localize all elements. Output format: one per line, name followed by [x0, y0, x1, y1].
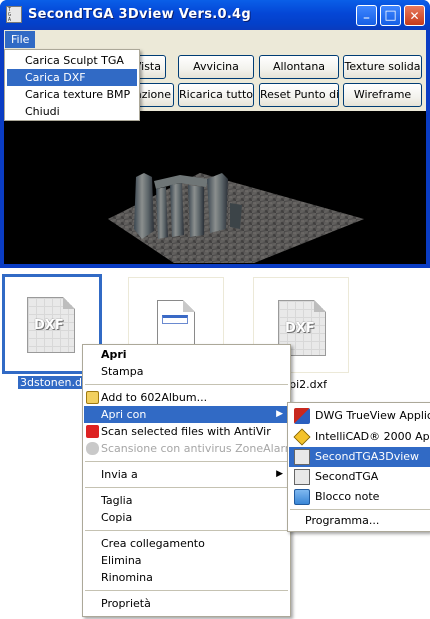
intellicad-icon	[293, 428, 311, 446]
ctx-item-properties[interactable]: Proprietà	[84, 595, 289, 612]
toolbar-button-reset-view[interactable]: Reset Punto di Vista	[259, 83, 339, 107]
menu-item-load-sculpt-tga[interactable]: Carica Sculpt TGA	[7, 52, 137, 69]
open-with-intellicad[interactable]: IntelliCAD® 2000 Application	[289, 427, 430, 447]
toolbar-button-zoom-in[interactable]: Avvicina	[178, 55, 254, 79]
ctx-item-open-with[interactable]: Apri con ▶	[84, 406, 289, 423]
app-window: TGA SecondTGA 3Dview Vers.0.4g _ □ ✕ Fil…	[0, 0, 430, 268]
close-icon: ✕	[409, 8, 420, 23]
dxf-file-icon: DXF	[27, 297, 75, 353]
open-with-secondtga3dview[interactable]: SecondTGA3Dview	[289, 447, 430, 467]
menu-item-load-bmp-texture[interactable]: Carica texture BMP	[7, 86, 137, 103]
ctx-item-delete[interactable]: Elimina	[84, 552, 289, 569]
menu-item-close[interactable]: Chiudi	[7, 103, 137, 120]
ctx-separator	[85, 461, 288, 462]
toolbar-button-wireframe[interactable]: Wireframe	[343, 83, 422, 107]
menu-file[interactable]: File	[5, 31, 36, 48]
dwg-trueview-icon	[294, 408, 310, 424]
open-with-choose-program[interactable]: Programma...	[289, 511, 430, 531]
ctx-item-open-with-label: Apri con	[101, 408, 147, 421]
ctx-separator	[85, 487, 288, 488]
ctx-item-rename[interactable]: Rinomina	[84, 569, 289, 586]
toolbar-button-zoom-out[interactable]: Allontana	[259, 55, 339, 79]
ctx-item-scan-antivir[interactable]: Scan selected files with AntiVir	[84, 423, 289, 440]
open-with-notepad[interactable]: Blocco note	[289, 487, 430, 507]
antivir-icon	[86, 425, 99, 438]
minimize-icon: _	[363, 6, 370, 19]
zonealarm-icon	[86, 442, 99, 455]
3d-viewport[interactable]	[4, 111, 426, 264]
open-with-notepad-label: Blocco note	[315, 490, 380, 503]
file-dropdown-menu: Carica Sculpt TGA Carica DXF Carica text…	[4, 49, 140, 121]
maximize-button[interactable]: □	[380, 5, 401, 26]
secondtga-icon	[294, 469, 310, 485]
submenu-arrow-icon: ▶	[276, 409, 283, 419]
file-name-pi2[interactable]: pi2.dxf	[291, 378, 327, 391]
submenu-separator	[290, 509, 430, 510]
ctx-item-scan-zonealarm-label: Scansione con antivirus ZoneAlarm	[101, 442, 296, 455]
notepad-icon	[294, 489, 310, 505]
toolbar-button-solid-texture[interactable]: Texture solida	[343, 55, 422, 79]
ctx-separator	[85, 384, 288, 385]
open-with-dwg-trueview-label: DWG TrueView Application	[315, 409, 430, 422]
ctx-item-add-to-album-label: Add to 602Album...	[101, 391, 208, 404]
open-with-intellicad-label: IntelliCAD® 2000 Application	[315, 430, 430, 443]
ctx-item-open[interactable]: Apri	[84, 346, 289, 363]
ctx-item-copy[interactable]: Copia	[84, 509, 289, 526]
context-menu: Apri Stampa Add to 602Album... Apri con …	[82, 344, 295, 617]
open-with-secondtga[interactable]: SecondTGA	[289, 467, 430, 487]
maximize-icon: □	[384, 8, 397, 23]
ctx-separator	[85, 530, 288, 531]
submenu-arrow-icon: ▶	[276, 469, 283, 479]
album-icon	[86, 391, 99, 404]
title-bar[interactable]: TGA SecondTGA 3Dview Vers.0.4g _ □ ✕	[0, 0, 430, 30]
open-with-secondtga3dview-label: SecondTGA3Dview	[315, 450, 420, 463]
menu-bar: File	[4, 30, 426, 49]
stonehenge-model	[108, 173, 364, 263]
menu-item-load-dxf[interactable]: Carica DXF	[7, 69, 137, 86]
ctx-item-print[interactable]: Stampa	[84, 363, 289, 380]
open-with-secondtga-label: SecondTGA	[315, 470, 379, 483]
open-with-submenu: DWG TrueView Application IntelliCAD® 200…	[287, 402, 430, 532]
ctx-item-scan-zonealarm: Scansione con antivirus ZoneAlarm	[84, 440, 295, 457]
ctx-item-send-to-label: Invia a	[101, 468, 138, 481]
ctx-item-cut[interactable]: Taglia	[84, 492, 289, 509]
document-file-icon	[157, 300, 195, 348]
ctx-item-send-to[interactable]: Invia a ▶	[84, 466, 289, 483]
ctx-item-create-shortcut[interactable]: Crea collegamento	[84, 535, 289, 552]
secondtga3dview-icon	[294, 449, 310, 465]
ctx-item-scan-antivir-label: Scan selected files with AntiVir	[101, 425, 271, 438]
app-icon[interactable]: TGA	[6, 6, 22, 23]
ctx-separator	[85, 590, 288, 591]
close-button[interactable]: ✕	[404, 5, 425, 26]
ctx-item-add-to-album[interactable]: Add to 602Album...	[84, 389, 289, 406]
window-title: SecondTGA 3Dview Vers.0.4g	[28, 7, 252, 22]
toolbar-button-reload-all[interactable]: Ricarica tutto	[178, 83, 254, 107]
open-with-dwg-trueview[interactable]: DWG TrueView Application	[289, 406, 430, 426]
minimize-button[interactable]: _	[356, 5, 377, 26]
